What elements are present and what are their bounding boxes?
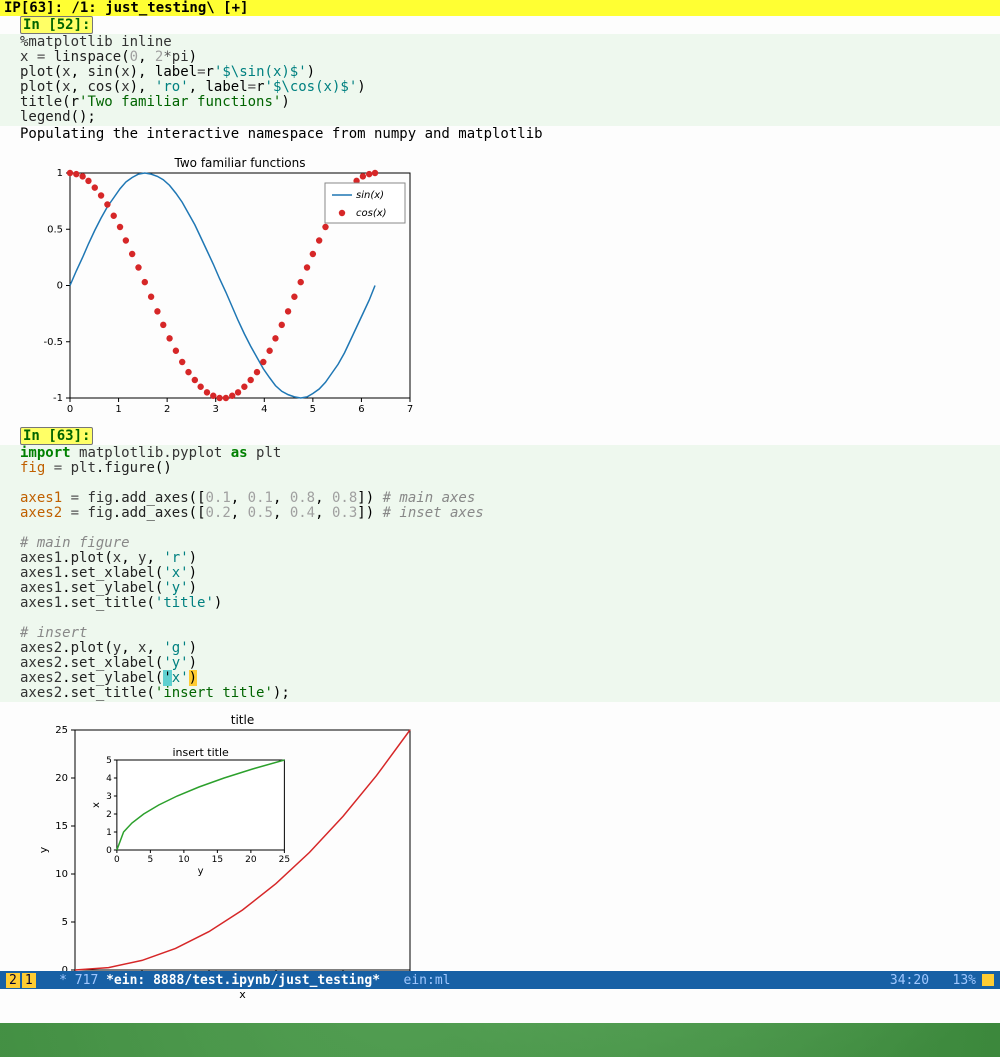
chart-inset-axes: 0123450510152025titlexy0510152025012345i…	[20, 712, 420, 1002]
svg-text:3: 3	[106, 792, 112, 802]
svg-text:4: 4	[106, 774, 112, 784]
svg-text:x: x	[91, 802, 102, 808]
plot-output-2: 0123450510152025titlexy0510152025012345i…	[0, 702, 1000, 1016]
modeline-line: 717	[75, 973, 98, 988]
svg-text:0: 0	[67, 404, 73, 413]
modeline-cursor-pos: 34:20	[890, 973, 929, 988]
plot-output-1: 0 1 2 3 4 5 6 7 -1 -0.5 0 0.5 1 Two familiar function…	[0, 143, 1000, 427]
svg-text:4: 4	[261, 404, 267, 413]
svg-text:Two familiar functions: Two familiar functions	[174, 156, 306, 170]
svg-text:-0.5: -0.5	[43, 337, 63, 348]
svg-text:20: 20	[55, 773, 68, 784]
svg-text:5: 5	[148, 855, 154, 865]
svg-text:0: 0	[106, 846, 112, 856]
svg-text:y: y	[198, 866, 204, 877]
cell-input-2[interactable]: import matplotlib.pyplot as plt fig = pl…	[0, 445, 1000, 702]
modeline-badge-2: 1	[22, 973, 36, 988]
notebook-content[interactable]: In [52]: %matplotlib inline x = linspace…	[0, 16, 1000, 1023]
svg-text:title: title	[231, 713, 254, 727]
svg-text:25: 25	[55, 725, 68, 736]
svg-text:1: 1	[106, 828, 112, 838]
svg-text:insert title: insert title	[172, 746, 229, 759]
svg-text:10: 10	[55, 869, 68, 880]
svg-text:10: 10	[178, 855, 190, 865]
svg-text:3: 3	[213, 404, 219, 413]
cell-input-1[interactable]: %matplotlib inline x = linspace(0, 2*pi)…	[0, 34, 1000, 126]
svg-text:2: 2	[164, 404, 170, 413]
svg-text:20: 20	[245, 855, 257, 865]
modeline-percent: 13%	[953, 973, 976, 988]
svg-text:cos(x): cos(x)	[356, 208, 387, 219]
emacs-window: IP[63]: /1: just_testing\ [+] In [52]: %…	[0, 0, 1000, 1023]
svg-text:5: 5	[310, 404, 316, 413]
svg-text:sin(x): sin(x)	[356, 190, 384, 201]
svg-text:15: 15	[212, 855, 223, 865]
svg-text:-1: -1	[53, 393, 63, 404]
window-titlebar: IP[63]: /1: just_testing\ [+]	[0, 0, 1000, 16]
cell-prompt-1: In [52]:	[20, 16, 93, 34]
modeline-badge-1: 2	[6, 973, 20, 988]
modeline-modified-icon: *	[59, 973, 67, 988]
svg-text:15: 15	[55, 821, 68, 832]
emacs-modeline: 21 * 717 *ein: 8888/test.ipynb/just_test…	[0, 971, 1000, 989]
svg-text:7: 7	[407, 404, 413, 413]
svg-text:1: 1	[57, 168, 63, 179]
chart-two-familiar-functions: 0 1 2 3 4 5 6 7 -1 -0.5 0 0.5 1 Two familiar function…	[20, 153, 420, 413]
svg-text:0: 0	[114, 855, 120, 865]
svg-text:0.5: 0.5	[47, 224, 63, 235]
svg-text:0: 0	[57, 281, 63, 292]
modeline-major-mode: ein:ml	[404, 973, 451, 988]
cell-output-1: Populating the interactive namespace fro…	[0, 126, 1000, 143]
svg-text:2: 2	[106, 810, 112, 820]
svg-text:y: y	[37, 846, 50, 853]
svg-text:5: 5	[106, 756, 112, 766]
svg-text:5: 5	[62, 917, 68, 928]
svg-text:x: x	[239, 988, 246, 1001]
modeline-indicator-icon	[982, 974, 994, 986]
svg-text:6: 6	[358, 404, 364, 413]
cell-prompt-2: In [63]:	[20, 427, 93, 445]
svg-text:1: 1	[115, 404, 121, 413]
modeline-buffer-name: *ein: 8888/test.ipynb/just_testing*	[106, 973, 380, 988]
svg-text:25: 25	[279, 855, 290, 865]
